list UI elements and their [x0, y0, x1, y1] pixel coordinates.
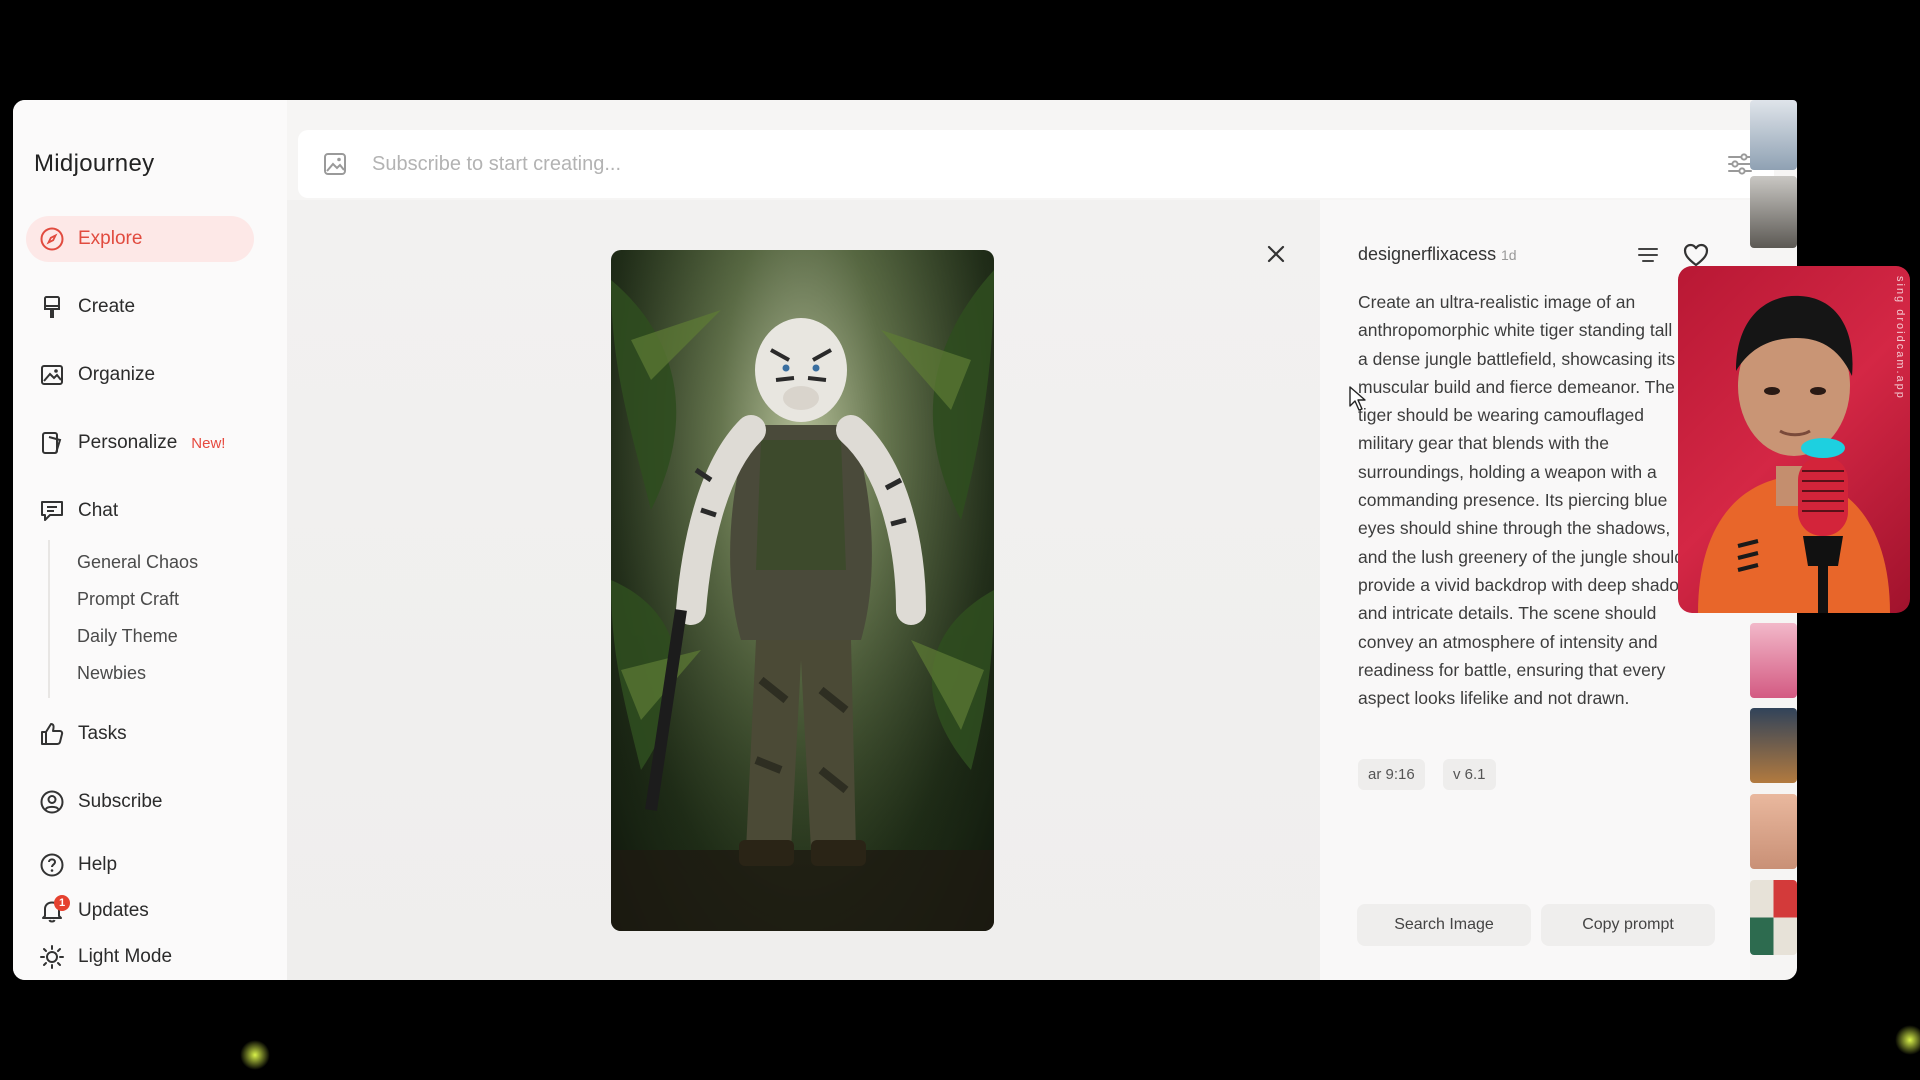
close-icon[interactable] — [1262, 240, 1290, 268]
new-badge: New! — [191, 434, 226, 452]
compass-icon — [38, 225, 66, 253]
search-input[interactable] — [370, 151, 1674, 177]
prompt-text: Create an ultra-realistic image of an an… — [1358, 292, 1701, 709]
sidebar-item-label: Personalize — [78, 432, 178, 453]
sidebar-item-tasks[interactable]: Tasks — [26, 711, 254, 757]
generated-image[interactable] — [611, 250, 994, 931]
sidebar-item-subscribe[interactable]: Subscribe — [26, 779, 254, 825]
sidebar-item-label: Explore — [78, 228, 143, 249]
channel-newbies[interactable]: Newbies — [77, 663, 146, 684]
sidebar-item-light-mode[interactable]: Light Mode — [26, 934, 254, 980]
sun-icon — [38, 943, 66, 971]
mouse-cursor-icon — [1349, 386, 1367, 417]
chat-icon — [38, 497, 66, 525]
channel-prompt-craft[interactable]: Prompt Craft — [77, 589, 179, 610]
brush-icon — [38, 293, 66, 321]
sidebar-item-label: Help — [78, 854, 118, 875]
sidebar-item-organize[interactable]: Organize — [26, 352, 254, 398]
sidebar-item-label: Organize — [78, 364, 156, 385]
sidebar-item-help[interactable]: Help — [26, 842, 254, 888]
image-upload-icon[interactable] — [320, 149, 350, 179]
bell-icon: 1 — [38, 895, 70, 925]
background-glow — [1895, 1025, 1920, 1055]
sidebar-item-label: Tasks — [78, 723, 127, 744]
help-icon — [38, 851, 66, 879]
sidebar-item-chat[interactable]: Chat — [26, 488, 254, 534]
webcam-overlay: sing droidcam.app — [1678, 266, 1910, 613]
menu-icon[interactable] — [1635, 242, 1661, 268]
param-chip-version[interactable]: v 6.1 — [1443, 759, 1496, 790]
sidebar-item-personalize[interactable]: Personalize New! — [26, 420, 266, 466]
sidebar-item-label: Updates — [78, 900, 149, 921]
background-glow — [240, 1040, 270, 1070]
param-chip-aspect-ratio[interactable]: ar 9:16 — [1358, 759, 1425, 790]
thumbnail[interactable] — [1750, 100, 1797, 170]
heart-icon[interactable] — [1682, 241, 1710, 269]
thumbnail[interactable] — [1750, 623, 1797, 698]
channel-general-chaos[interactable]: General Chaos — [77, 552, 198, 573]
thumbnail[interactable] — [1750, 176, 1797, 248]
sidebar-item-label: Subscribe — [78, 791, 163, 812]
sidebar-item-updates[interactable]: 1 Updates — [26, 888, 254, 934]
thumbnail[interactable] — [1750, 794, 1797, 869]
search-bar[interactable] — [298, 130, 1774, 198]
sidebar-item-label: Chat — [78, 500, 119, 521]
search-image-button[interactable]: Search Image — [1357, 904, 1531, 946]
webcam-watermark: sing droidcam.app — [1894, 276, 1906, 400]
thumbnail[interactable] — [1750, 708, 1797, 783]
sidebar-item-label: Light Mode — [78, 946, 173, 967]
thumbnail[interactable] — [1750, 880, 1797, 955]
post-time: 1d — [1501, 247, 1517, 263]
sidebar-item-label: Create — [78, 296, 136, 317]
brand-logo[interactable]: Midjourney — [34, 150, 154, 178]
sidebar: Midjourney Explore Create Organize Perso… — [13, 100, 287, 980]
personalize-icon — [38, 429, 66, 457]
updates-count-badge: 1 — [54, 895, 70, 911]
copy-prompt-button[interactable]: Copy prompt — [1541, 904, 1715, 946]
chat-channel-list: General Chaos Prompt Craft Daily Theme N… — [48, 540, 250, 698]
image-icon — [38, 361, 66, 389]
sidebar-item-explore[interactable]: Explore — [26, 216, 254, 262]
sidebar-item-create[interactable]: Create — [26, 284, 254, 330]
thumbs-up-icon — [38, 720, 66, 748]
user-circle-icon — [38, 788, 66, 816]
author-name[interactable]: designerflixacess — [1358, 244, 1496, 265]
channel-daily-theme[interactable]: Daily Theme — [77, 626, 178, 647]
